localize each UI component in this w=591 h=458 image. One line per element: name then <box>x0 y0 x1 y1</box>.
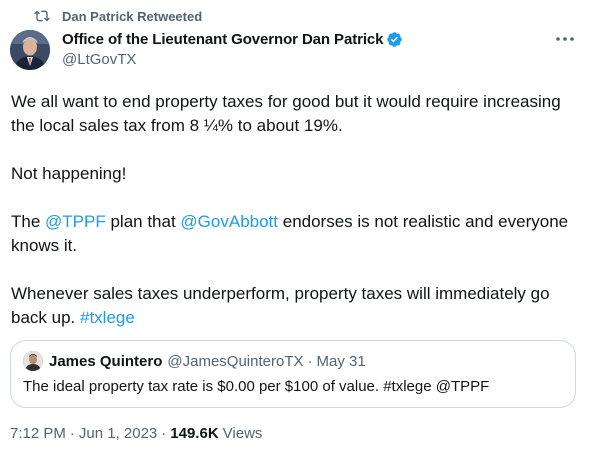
retweet-indicator[interactable]: Dan Patrick Retweeted <box>33 8 202 24</box>
tweet-paragraph-4: Whenever sales taxes underperform, prope… <box>11 282 579 330</box>
author-handle[interactable]: @LtGovTX <box>62 51 403 68</box>
quoted-author-handle[interactable]: @JamesQuinteroTX <box>167 353 303 370</box>
author-info: Office of the Lieutenant Governor Dan Pa… <box>62 30 403 68</box>
tweet-meta: 7:12 PM · Jun 1, 2023 · 149.6K Views <box>10 425 262 442</box>
views-label[interactable]: Views <box>223 425 263 442</box>
hashtag-txlege-link[interactable]: #txlege <box>80 308 135 327</box>
mention-tppf-link[interactable]: @TPPF <box>45 212 106 231</box>
tweet-paragraph-2: Not happening! <box>11 164 127 183</box>
tweet-time[interactable]: 7:12 PM <box>10 425 66 442</box>
quoted-tweet-date[interactable]: May 31 <box>316 353 365 370</box>
tweet-date[interactable]: Jun 1, 2023 <box>79 425 157 442</box>
more-horizontal-icon <box>556 37 574 41</box>
verified-badge-icon <box>387 31 403 47</box>
views-count[interactable]: 149.6K <box>170 425 218 442</box>
avatar-photo <box>10 30 50 70</box>
separator-dot: · <box>161 425 167 442</box>
author-avatar[interactable] <box>10 30 50 70</box>
avatar-photo <box>23 351 43 371</box>
tweet-text-segment: plan that <box>105 212 181 231</box>
tweet-paragraph-1: We all want to end property taxes for go… <box>11 92 561 135</box>
quoted-tweet-card[interactable]: James Quintero @JamesQuinteroTX · May 31… <box>10 340 576 408</box>
tweet-text-segment: The <box>11 212 46 231</box>
quoted-tweet-header: James Quintero @JamesQuinteroTX · May 31 <box>23 351 366 371</box>
author-display-name[interactable]: Office of the Lieutenant Governor Dan Pa… <box>62 31 384 48</box>
more-options-button[interactable] <box>553 30 577 48</box>
quoted-tweet-text: The ideal property tax rate is $0.00 per… <box>23 378 490 395</box>
separator-dot: · <box>69 425 75 442</box>
quoted-author-display-name[interactable]: James Quintero <box>49 353 162 370</box>
tweet-paragraph-3: The @TPPF plan that @GovAbbott endorses … <box>11 210 579 258</box>
retweet-icon <box>34 10 50 22</box>
mention-govabbott-link[interactable]: @GovAbbott <box>180 212 278 231</box>
quoted-author-avatar[interactable] <box>23 351 43 371</box>
tweet-text: We all want to end property taxes for go… <box>11 90 579 330</box>
retweet-label[interactable]: Dan Patrick Retweeted <box>62 9 202 24</box>
separator-dot: · <box>307 352 313 370</box>
